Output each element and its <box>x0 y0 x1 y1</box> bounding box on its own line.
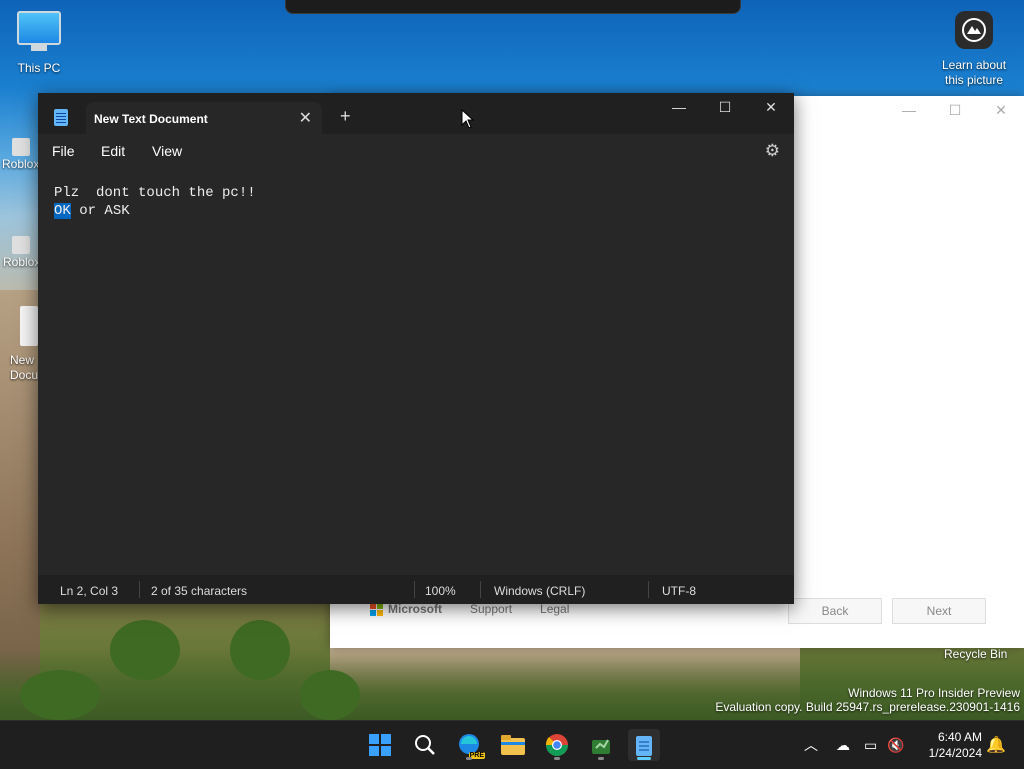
back-button[interactable]: Back <box>788 598 882 624</box>
mouse-cursor-icon <box>461 109 475 129</box>
background-window-controls: — ☐ ✕ <box>886 96 1024 124</box>
chevron-up-icon[interactable]: ︿ <box>804 735 818 755</box>
snap-bar <box>285 0 741 14</box>
background-window-footer: Microsoft Support Legal <box>370 602 569 616</box>
settings-gear-icon[interactable]: ⚙ <box>765 141 780 161</box>
tree <box>230 620 290 680</box>
clock[interactable]: 6:40 AM 1/24/2024 <box>929 729 982 761</box>
status-bar: Ln 2, Col 3 2 of 35 characters 100% Wind… <box>38 575 794 604</box>
microsoft-link[interactable]: Microsoft <box>388 602 442 616</box>
recycle-bin-label[interactable]: Recycle Bin <box>944 647 1007 661</box>
notification-bell-icon[interactable]: 🔔 <box>986 735 1006 755</box>
computer-icon <box>17 11 61 45</box>
legal-link[interactable]: Legal <box>540 602 569 616</box>
chrome-icon[interactable] <box>541 729 573 761</box>
desktop-icon-label: New Docu <box>10 353 39 382</box>
microsoft-logo-icon <box>370 602 383 616</box>
menu-edit[interactable]: Edit <box>101 143 125 159</box>
watermark-line-2: Evaluation copy. Build 25947.rs_prerelea… <box>715 700 1020 714</box>
tree <box>300 670 360 720</box>
clock-date: 1/24/2024 <box>928 746 982 760</box>
network-icon[interactable]: ▭ <box>864 737 877 754</box>
desktop-icon-learn-picture[interactable]: Learn about this picture <box>936 11 1012 88</box>
text-editor[interactable]: Plz dont touch the pc!! OK or ASK <box>38 168 794 575</box>
cursor-position: Ln 2, Col 3 <box>60 584 119 598</box>
editor-content: Plz dont touch the pc!! OK or ASK <box>54 184 256 220</box>
minimize-icon[interactable]: — <box>656 93 702 121</box>
taskbar: PRE ︿ ☁ ▭ 🔇 6:40 AM 1/24/2024 🔔 <box>0 720 1024 769</box>
notepad-icon[interactable] <box>628 729 660 761</box>
close-icon[interactable]: ✕ <box>748 93 794 121</box>
onedrive-icon[interactable]: ☁ <box>836 737 850 754</box>
maximize-icon[interactable]: ☐ <box>702 93 748 121</box>
line-ending[interactable]: Windows (CRLF) <box>494 584 585 598</box>
zoom-level[interactable]: 100% <box>425 584 456 598</box>
app-icon[interactable] <box>585 729 617 761</box>
text-file-icon[interactable] <box>20 306 38 346</box>
text-line-2-rest: or ASK <box>70 203 130 219</box>
tree <box>20 670 100 720</box>
notepad-icon <box>54 109 68 126</box>
desktop-icon-label: Roblox <box>3 255 41 269</box>
camera-icon <box>955 11 993 49</box>
search-icon[interactable] <box>409 729 441 761</box>
clock-time: 6:40 AM <box>937 730 982 744</box>
tab-new-text-document[interactable]: New Text Document ✕ <box>86 102 322 134</box>
start-icon[interactable] <box>364 729 396 761</box>
new-tab-icon[interactable]: + <box>340 107 351 125</box>
close-tab-icon[interactable]: ✕ <box>299 108 312 128</box>
encoding[interactable]: UTF-8 <box>662 584 696 598</box>
next-button[interactable]: Next <box>892 598 986 624</box>
desktop-icon-this-pc[interactable]: This PC <box>1 11 77 75</box>
roblox-icon[interactable] <box>12 236 30 254</box>
desktop-icon-label: This PC <box>17 61 61 75</box>
menu-view[interactable]: View <box>152 143 182 159</box>
desktop-icon-label: Roblox <box>2 157 40 171</box>
text-line-1: Plz dont touch the pc!! <box>54 185 256 201</box>
maximize-icon[interactable]: ☐ <box>932 96 978 124</box>
menu-file[interactable]: File <box>52 143 75 159</box>
support-link[interactable]: Support <box>470 602 512 616</box>
system-tray: ︿ ☁ ▭ 🔇 <box>804 721 905 769</box>
roblox-icon[interactable] <box>12 138 30 156</box>
character-count: 2 of 35 characters <box>151 584 248 598</box>
file-explorer-icon[interactable] <box>497 729 529 761</box>
watermark-line-1: Windows 11 Pro Insider Preview <box>848 686 1020 700</box>
edge-icon[interactable]: PRE <box>453 729 485 761</box>
tree <box>110 620 180 680</box>
volume-muted-icon[interactable]: 🔇 <box>887 737 904 754</box>
selected-text: OK <box>54 203 71 219</box>
close-icon[interactable]: ✕ <box>978 96 1024 124</box>
minimize-icon[interactable]: — <box>886 96 932 124</box>
os-watermark: Windows 11 Pro Insider Preview Evaluatio… <box>715 686 1020 714</box>
tab-title: New Text Document <box>94 112 208 126</box>
menu-bar: File Edit View ⚙ <box>38 134 794 168</box>
desktop-icon-label: Learn about this picture <box>941 58 1007 87</box>
title-bar[interactable]: New Text Document ✕ + — ☐ ✕ <box>38 93 794 134</box>
notepad-window[interactable]: New Text Document ✕ + — ☐ ✕ File Edit Vi… <box>38 93 794 604</box>
